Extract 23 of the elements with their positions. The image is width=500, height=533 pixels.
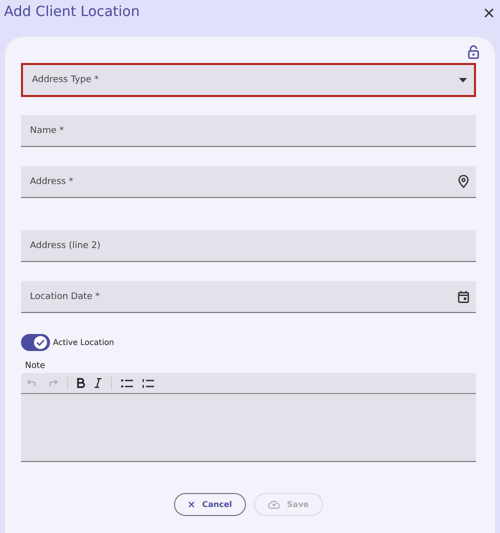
- dropdown-caret-icon: [459, 78, 467, 82]
- note-label: Note: [25, 361, 46, 371]
- close-icon: [188, 501, 196, 508]
- calendar-icon[interactable]: [458, 290, 469, 302]
- input-field[interactable]: Address (line 2): [21, 230, 476, 262]
- close-icon[interactable]: [484, 8, 494, 18]
- input-field[interactable]: Name *: [21, 115, 476, 147]
- input-field[interactable]: Address Type *: [21, 63, 476, 97]
- numbered-list-icon[interactable]: [142, 378, 154, 388]
- input-field[interactable]: Address *: [21, 166, 476, 198]
- location-pin-icon[interactable]: [458, 175, 469, 188]
- lock-icon[interactable]: [468, 45, 479, 59]
- check-icon: [36, 339, 45, 346]
- cloud-upload-icon: [268, 500, 280, 509]
- cancel-button[interactable]: Cancel: [174, 493, 246, 516]
- note-field[interactable]: [21, 394, 476, 462]
- input-field[interactable]: Location Date *: [21, 281, 476, 313]
- toggle-switch[interactable]: [21, 334, 50, 351]
- toggle-label: Active Location: [53, 338, 114, 347]
- italic-icon[interactable]: [94, 378, 102, 388]
- bold-icon[interactable]: [77, 378, 85, 388]
- bullet-list-icon[interactable]: [121, 378, 133, 388]
- window-title: Add Client Location: [4, 4, 140, 20]
